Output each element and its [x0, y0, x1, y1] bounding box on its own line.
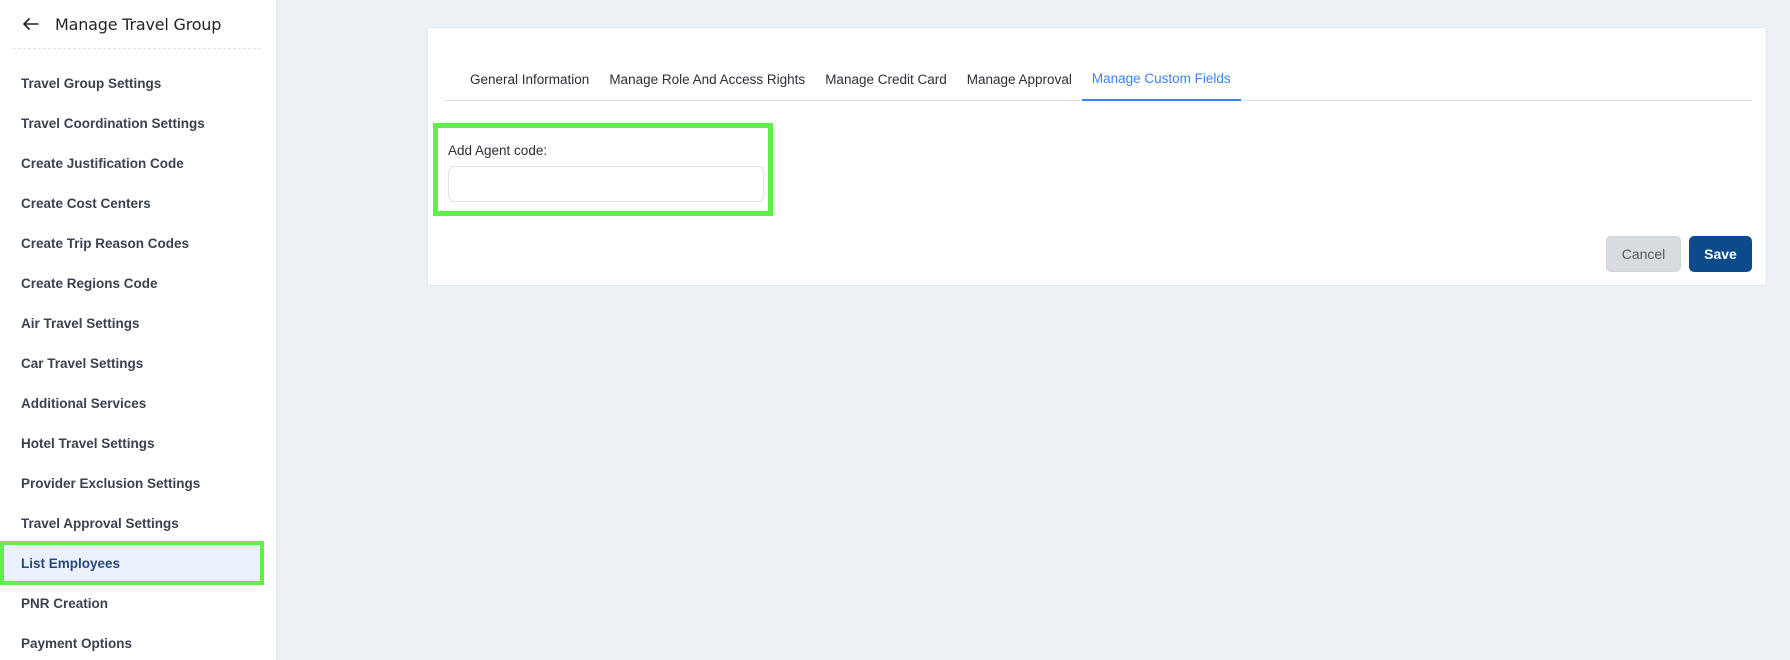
tab-general-information[interactable]: General Information — [460, 57, 599, 101]
sidebar-item-create-regions-code[interactable]: Create Regions Code — [0, 263, 277, 303]
sidebar-item-list-employees[interactable]: List Employees — [0, 541, 264, 585]
sidebar-item-air-travel-settings[interactable]: Air Travel Settings — [0, 303, 277, 343]
sidebar-nav: Travel Group Settings Travel Coordinatio… — [0, 63, 277, 660]
sidebar-item-travel-coordination-settings[interactable]: Travel Coordination Settings — [0, 103, 277, 143]
sidebar: Manage Travel Group Travel Group Setting… — [0, 0, 277, 660]
sidebar-item-travel-approval-settings[interactable]: Travel Approval Settings — [0, 503, 277, 543]
app-root: Manage Travel Group Travel Group Setting… — [0, 0, 1790, 660]
tab-manage-role-and-access-rights[interactable]: Manage Role And Access Rights — [599, 57, 815, 101]
sidebar-item-payment-options[interactable]: Payment Options — [0, 623, 277, 660]
sidebar-item-create-cost-centers[interactable]: Create Cost Centers — [0, 183, 277, 223]
tab-manage-credit-card[interactable]: Manage Credit Card — [815, 57, 957, 101]
sidebar-header: Manage Travel Group — [13, 0, 261, 49]
custom-fields-panel: General Information Manage Role And Acce… — [427, 27, 1767, 286]
save-button[interactable]: Save — [1689, 236, 1752, 272]
sidebar-item-create-trip-reason-codes[interactable]: Create Trip Reason Codes — [0, 223, 277, 263]
sidebar-item-additional-services[interactable]: Additional Services — [0, 383, 277, 423]
agent-code-label: Add Agent code: — [448, 143, 548, 158]
tab-bar: General Information Manage Role And Acce… — [444, 57, 1752, 101]
sidebar-item-car-travel-settings[interactable]: Car Travel Settings — [0, 343, 277, 383]
arrow-left-icon[interactable] — [23, 17, 41, 31]
agent-code-field-group: Add Agent code: — [433, 123, 773, 216]
sidebar-item-provider-exclusion-settings[interactable]: Provider Exclusion Settings — [0, 463, 277, 503]
sidebar-item-travel-group-settings[interactable]: Travel Group Settings — [0, 63, 277, 103]
page-title: Manage Travel Group — [55, 14, 222, 34]
sidebar-item-pnr-creation[interactable]: PNR Creation — [0, 583, 277, 623]
cancel-button[interactable]: Cancel — [1606, 236, 1681, 272]
sidebar-item-create-justification-code[interactable]: Create Justification Code — [0, 143, 277, 183]
tab-manage-approval[interactable]: Manage Approval — [957, 57, 1082, 101]
sidebar-item-hotel-travel-settings[interactable]: Hotel Travel Settings — [0, 423, 277, 463]
agent-code-input[interactable] — [448, 166, 764, 202]
tab-manage-custom-fields[interactable]: Manage Custom Fields — [1081, 57, 1241, 101]
